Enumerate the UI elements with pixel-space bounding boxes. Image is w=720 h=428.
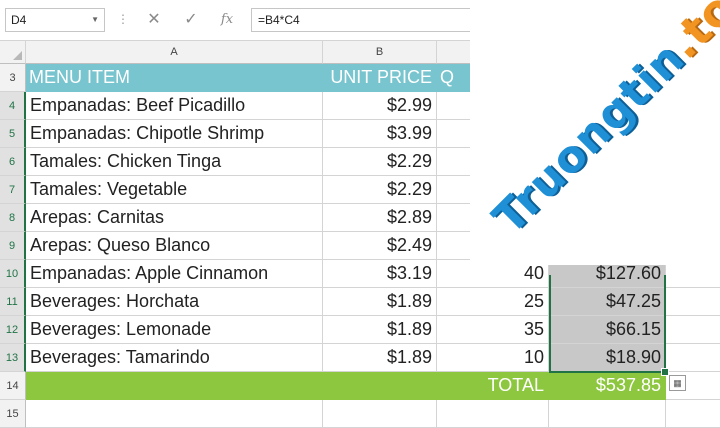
column-header-a[interactable]: A — [26, 41, 323, 64]
cell-unit-price[interactable]: $2.99 — [323, 92, 437, 120]
row-header[interactable]: 11 — [0, 288, 26, 316]
watermark-logo: Truongtin.top — [483, 0, 720, 244]
cell-menu-item[interactable]: Tamales: Vegetable — [26, 176, 323, 204]
row-header[interactable]: 3 — [0, 64, 26, 92]
more-options-icon[interactable]: ⋮ — [117, 12, 129, 26]
empty-cell[interactable] — [549, 400, 666, 428]
row-header[interactable]: 5 — [0, 120, 26, 148]
chevron-down-icon[interactable]: ▼ — [91, 9, 99, 31]
total-cell-a[interactable] — [26, 372, 323, 400]
row-header[interactable]: 6 — [0, 148, 26, 176]
cancel-icon[interactable]: ✕ — [141, 7, 167, 33]
cell-line-total[interactable]: $18.90 — [549, 344, 666, 372]
cell-menu-item[interactable]: Beverages: Lemonade — [26, 316, 323, 344]
row-header[interactable]: 13 — [0, 344, 26, 372]
cell-unit-price[interactable]: $3.99 — [323, 120, 437, 148]
row-header[interactable]: 7 — [0, 176, 26, 204]
cell-quantity[interactable]: 10 — [437, 344, 549, 372]
row-header[interactable]: 4 — [0, 92, 26, 120]
quick-analysis-icon[interactable]: ▦ — [669, 375, 686, 391]
total-value[interactable]: $537.85 — [549, 372, 666, 400]
cell-line-total[interactable]: $47.25 — [549, 288, 666, 316]
cell-menu-item[interactable]: Empanadas: Beef Picadillo — [26, 92, 323, 120]
row-header[interactable]: 12 — [0, 316, 26, 344]
cell-menu-item[interactable]: Empanadas: Chipotle Shrimp — [26, 120, 323, 148]
empty-cell[interactable] — [26, 400, 323, 428]
cell-quantity[interactable]: 35 — [437, 316, 549, 344]
empty-cell[interactable] — [666, 400, 720, 428]
cell-e[interactable] — [666, 316, 720, 344]
name-box[interactable]: D4 ▼ — [5, 8, 105, 32]
cell-unit-price[interactable]: $2.49 — [323, 232, 437, 260]
cell-menu-item[interactable]: Empanadas: Apple Cinnamon — [26, 260, 323, 288]
row-header[interactable]: 10 — [0, 260, 26, 288]
cell-unit-price[interactable]: $3.19 — [323, 260, 437, 288]
enter-icon[interactable]: ✓ — [178, 7, 204, 33]
cell-menu-item[interactable]: Beverages: Horchata — [26, 288, 323, 316]
cell-menu-item[interactable]: Arepas: Carnitas — [26, 204, 323, 232]
cell-line-total[interactable]: $66.15 — [549, 316, 666, 344]
row-header[interactable]: 9 — [0, 232, 26, 260]
cell-unit-price[interactable]: $1.89 — [323, 344, 437, 372]
cell-unit-price[interactable]: $1.89 — [323, 316, 437, 344]
cell-quantity[interactable]: 25 — [437, 288, 549, 316]
cell-menu-item[interactable]: Beverages: Tamarindo — [26, 344, 323, 372]
column-header-b[interactable]: B — [323, 41, 437, 64]
total-cell-b[interactable] — [323, 372, 437, 400]
watermark: Truongtin.top — [470, 0, 720, 265]
select-all-corner[interactable] — [0, 41, 26, 64]
cell-menu-item[interactable]: Arepas: Queso Blanco — [26, 232, 323, 260]
cell-unit-price[interactable]: $2.29 — [323, 148, 437, 176]
watermark-name: Truongtin — [483, 32, 695, 244]
cell-menu-item[interactable]: Tamales: Chicken Tinga — [26, 148, 323, 176]
cell-e[interactable] — [666, 288, 720, 316]
row-header[interactable]: 14 — [0, 372, 26, 400]
cell-unit-price[interactable]: $2.29 — [323, 176, 437, 204]
cell-unit-price[interactable]: $1.89 — [323, 288, 437, 316]
empty-cell[interactable] — [323, 400, 437, 428]
fill-handle[interactable] — [661, 368, 669, 376]
empty-cell[interactable] — [437, 400, 549, 428]
header-unit-price[interactable]: UNIT PRICE — [323, 64, 437, 92]
cell-e[interactable] — [666, 344, 720, 372]
row-header[interactable]: 8 — [0, 204, 26, 232]
header-menu-item[interactable]: MENU ITEM — [26, 64, 323, 92]
row-header[interactable]: 15 — [0, 400, 26, 428]
cell-unit-price[interactable]: $2.89 — [323, 204, 437, 232]
name-box-value: D4 — [11, 13, 27, 27]
total-label[interactable]: TOTAL — [437, 372, 549, 400]
insert-function-icon[interactable]: fx — [214, 7, 240, 33]
